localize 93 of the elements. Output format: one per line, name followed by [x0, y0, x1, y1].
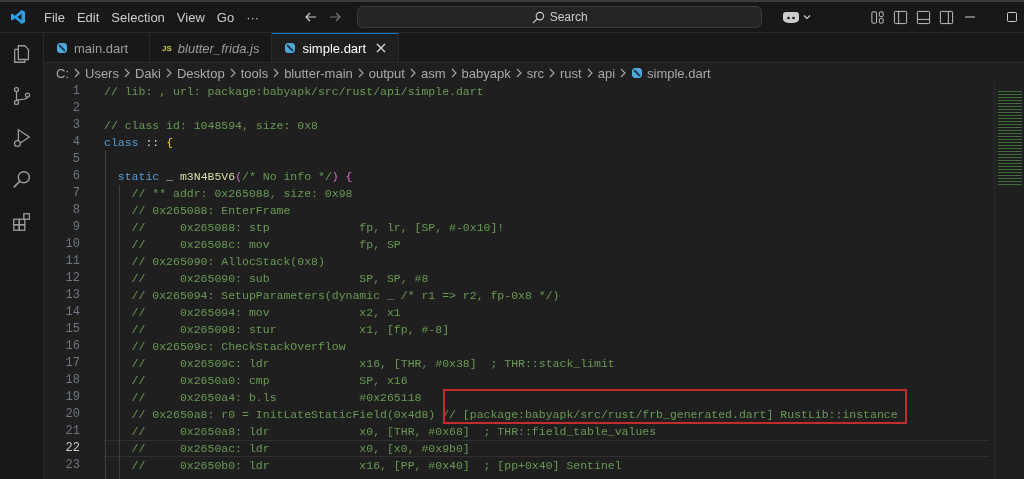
chevron-right-icon: [272, 68, 281, 78]
line-number: 20: [64, 406, 81, 423]
chevron-right-icon: [164, 68, 173, 78]
line-number: 4: [71, 134, 81, 151]
line-number: 14: [64, 304, 81, 321]
breadcrumb-item[interactable]: asm: [420, 65, 446, 81]
breadcrumb-item[interactable]: src: [526, 65, 544, 81]
code-line: static _ m3N4B5V6(/* No info */) {: [116, 169, 354, 185]
menu-item[interactable]: ···: [240, 9, 266, 25]
code-line: // 0x2650ac: ldr x0, [x0, #0x9b0]: [104, 440, 990, 457]
line-number: 16: [64, 338, 81, 355]
code-line: // 0x26509c: CheckStackOverflow: [130, 339, 347, 355]
breadcrumb-item[interactable]: Users: [85, 65, 119, 81]
line-number: 21: [64, 423, 81, 440]
right-panel-icon[interactable]: [939, 9, 954, 25]
copilot-button[interactable]: [782, 10, 813, 24]
menu-item[interactable]: File: [38, 9, 71, 25]
line-number: 15: [64, 321, 81, 338]
code-line: // 0x265094: mov x2, x1: [130, 305, 402, 321]
line-number: 18: [64, 372, 81, 389]
code-line: // class id: 1048594, size: 0x8: [104, 118, 319, 134]
close-icon[interactable]: [376, 43, 387, 53]
maximize-icon[interactable]: [1006, 11, 1018, 23]
line-number: 12: [64, 270, 81, 287]
chevron-right-icon: [228, 68, 237, 78]
chevron-right-icon: [548, 68, 556, 78]
chevron-right-icon: [449, 68, 458, 78]
code-line: // 0x265098: stur x1, [fp, #-8]: [130, 322, 451, 338]
line-number: 19: [64, 389, 81, 406]
line-number: 1: [71, 83, 81, 100]
line-number: 11: [64, 253, 81, 270]
search-field[interactable]: Search: [357, 6, 763, 28]
menu-item[interactable]: Go: [210, 9, 241, 25]
code-line: // 0x2650b0: ldr x16, [PP, #0x40] ; [pp+0x40] Sentinel: [130, 458, 623, 474]
minimap[interactable]: [998, 91, 1022, 187]
menu-item[interactable]: Selection: [105, 9, 171, 25]
breadcrumb-item[interactable]: api: [597, 65, 616, 81]
layout-grid-icon[interactable]: [870, 9, 885, 25]
chevron-right-icon: [408, 68, 417, 78]
chevron-right-icon: [514, 68, 523, 78]
chevron-right-icon: [73, 68, 81, 78]
search-icon[interactable]: [10, 169, 33, 191]
breadcrumb-item[interactable]: rust: [560, 65, 582, 81]
code-line: // 0x265088: EnterFrame: [130, 203, 292, 219]
code-line: // 0x265088: stp fp, lr, [SP, #-0x10]!: [130, 220, 506, 236]
breadcrumb-item[interactable]: babyapk: [461, 65, 511, 81]
code-line: // ** addr: 0x265088, size: 0x98: [130, 186, 354, 202]
dart-file-icon: [56, 42, 68, 54]
code-line: // 0x2650a0: cmp SP, x16: [130, 373, 409, 389]
breadcrumb-item[interactable]: tools: [240, 65, 269, 81]
menu-item[interactable]: Edit: [70, 9, 106, 25]
code-line: // 0x26508c: mov fp, SP: [130, 237, 402, 253]
code-line: // 0x265090: AllocStack(0x8): [130, 254, 326, 270]
robot-icon: [782, 10, 801, 24]
line-number: 13: [64, 287, 81, 304]
breadcrumb-item[interactable]: Desktop: [176, 65, 225, 81]
search-icon: [531, 10, 545, 24]
line-number: 23: [64, 457, 81, 474]
chevron-right-icon: [619, 68, 628, 78]
line-number: 3: [71, 117, 81, 134]
breadcrumb-item[interactable]: Daki: [134, 65, 161, 81]
breadcrumb-item[interactable]: output: [368, 65, 405, 81]
breadcrumb-item[interactable]: simple.dart: [647, 65, 711, 81]
dart-file-icon: [631, 67, 644, 79]
line-number: 17: [64, 355, 81, 372]
chevron-right-icon: [122, 68, 131, 78]
line-number: 9: [71, 219, 81, 236]
js-file-icon: JS: [162, 43, 172, 53]
line-number: 2: [71, 100, 81, 117]
line-number: 8: [71, 202, 81, 219]
code-line: // lib: , url: package:babyapk/src/rust/api/simple.dart: [104, 84, 485, 100]
line-number: 5: [71, 151, 81, 168]
breadcrumb-item[interactable]: C:: [56, 65, 69, 81]
extensions-icon[interactable]: [10, 211, 33, 233]
line-number: 10: [64, 236, 81, 253]
code-line: // 0x265090: sub SP, SP, #8: [130, 271, 430, 287]
bottom-panel-icon[interactable]: [916, 9, 931, 25]
breadcrumb-item[interactable]: blutter-main: [284, 65, 353, 81]
editor-tab[interactable]: simple.dart: [272, 33, 400, 62]
dart-file-icon: [284, 42, 297, 54]
left-panel-icon[interactable]: [893, 9, 908, 25]
code-line: // 0x2650a4: b.ls #0x265118: [130, 390, 423, 406]
chevron-right-icon: [585, 68, 594, 78]
line-number: 7: [71, 185, 81, 202]
code-line: class :: {: [104, 135, 175, 151]
code-line: // 0x2650a8: ldr x0, [THR, #0x68] ; THR::field_table_values: [130, 424, 658, 440]
code-line: // 0x26509c: ldr x16, [THR, #0x38] ; THR::stack_limit: [130, 356, 616, 372]
line-number: 22: [64, 440, 81, 457]
chevron-right-icon: [356, 68, 365, 78]
line-number: 6: [71, 168, 81, 185]
code-line: // 0x265094: SetupParameters(dynamic _ /* r1 => r2, fp-0x8 */): [130, 288, 561, 304]
menu-item[interactable]: View: [170, 9, 211, 25]
app-logo-icon: [10, 9, 26, 25]
